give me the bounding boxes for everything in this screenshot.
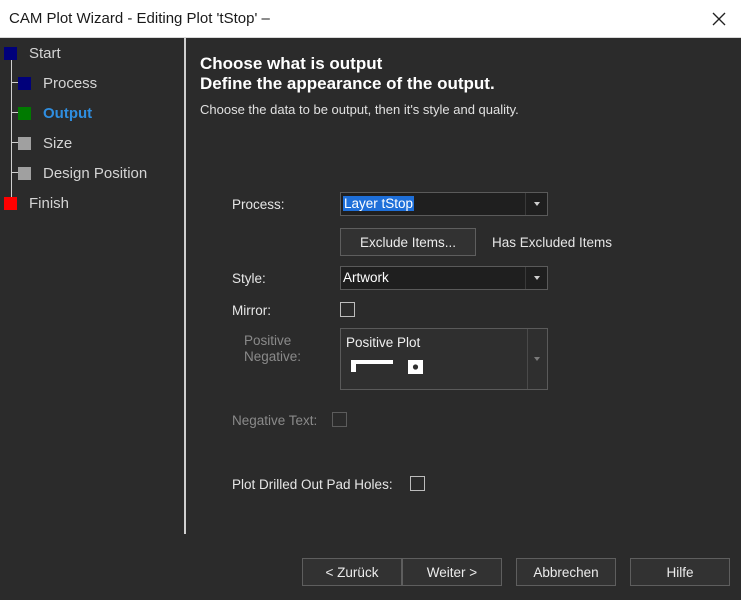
page-heading: Choose what is output Define the appeara… <box>200 54 495 94</box>
chevron-down-icon[interactable] <box>525 267 547 289</box>
close-button[interactable] <box>695 0 741 38</box>
style-label: Style: <box>232 271 266 286</box>
step-label: Finish <box>29 194 70 212</box>
step-label: Output <box>43 104 93 122</box>
cancel-button[interactable]: Abbrechen <box>516 558 616 586</box>
page-heading-line2: Define the appearance of the output. <box>200 74 495 93</box>
chevron-down-icon[interactable] <box>525 193 547 215</box>
step-output[interactable]: Output <box>18 103 92 123</box>
step-marker-icon <box>4 196 17 210</box>
step-label: Start <box>29 44 61 62</box>
step-marker-icon <box>18 106 31 120</box>
step-label: Size <box>43 134 73 152</box>
step-marker-icon <box>4 46 17 60</box>
step-marker-icon <box>18 166 31 180</box>
positive-plot-preview-icon <box>351 360 423 374</box>
step-size[interactable]: Size <box>18 133 72 153</box>
window-title: CAM Plot Wizard - Editing Plot 'tStop' – <box>9 10 270 27</box>
mirror-label: Mirror: <box>232 303 271 318</box>
step-design-position[interactable]: Design Position <box>18 163 147 183</box>
chevron-down-icon[interactable] <box>527 329 547 389</box>
process-value: Layer tStop <box>343 196 415 211</box>
step-label: Design Position <box>43 164 148 182</box>
back-button[interactable]: < Zurück <box>302 558 402 586</box>
drilled-holes-checkbox[interactable] <box>410 476 425 491</box>
style-value: Artwork <box>343 270 389 285</box>
step-marker-icon <box>18 76 31 90</box>
polarity-select[interactable]: Positive Plot <box>340 328 548 390</box>
step-process[interactable]: Process <box>18 73 97 93</box>
step-label: Process <box>43 74 98 92</box>
step-finish[interactable]: Finish <box>4 193 69 213</box>
next-button[interactable]: Weiter > <box>402 558 502 586</box>
step-start[interactable]: Start <box>4 43 61 63</box>
process-select[interactable]: Layer tStop <box>340 192 548 216</box>
negative-label: Negative: <box>244 349 302 364</box>
positive-label: Positive <box>244 333 292 348</box>
wizard-body: Start Process Output Size Design Positio… <box>0 38 741 600</box>
exclude-items-button[interactable]: Exclude Items... <box>340 228 476 256</box>
style-select[interactable]: Artwork <box>340 266 548 290</box>
title-bar: CAM Plot Wizard - Editing Plot 'tStop' – <box>0 0 741 38</box>
panel-divider <box>184 38 186 534</box>
polarity-value: Positive Plot <box>346 335 421 350</box>
process-label: Process: <box>232 197 285 212</box>
help-button[interactable]: Hilfe <box>630 558 730 586</box>
mirror-checkbox[interactable] <box>340 302 355 317</box>
page-subtitle: Choose the data to be output, then it's … <box>200 102 519 117</box>
negative-text-checkbox[interactable] <box>332 412 347 427</box>
negative-text-label: Negative Text: <box>232 413 318 428</box>
page-heading-line1: Choose what is output <box>200 54 383 73</box>
close-icon <box>712 12 726 26</box>
step-marker-icon <box>18 136 31 150</box>
wizard-steps: Start Process Output Size Design Positio… <box>0 38 184 534</box>
excluded-status: Has Excluded Items <box>492 235 613 250</box>
drilled-holes-label: Plot Drilled Out Pad Holes: <box>232 477 393 492</box>
